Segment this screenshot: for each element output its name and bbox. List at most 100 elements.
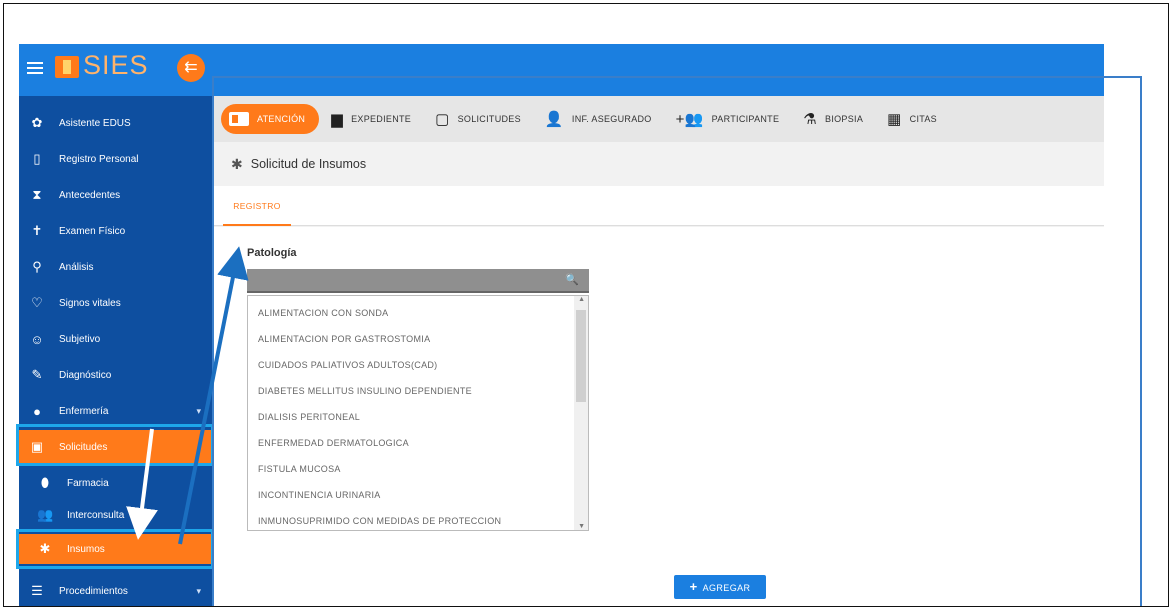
list-item[interactable]: FISTULA MUCOSA <box>258 456 341 482</box>
sidebar-item-label: Subjetivo <box>59 333 101 345</box>
screenshot-frame: SIES ⇇ ✿ Asistente EDUS ▯ Registro Perso… <box>3 3 1169 607</box>
sidebar-item-interconsulta[interactable]: 👥 Interconsulta <box>19 498 213 532</box>
list-item[interactable]: ALIMENTACION POR GASTROSTOMIA <box>258 326 430 352</box>
tab-expediente[interactable]: ▆ EXPEDIENTE <box>319 104 423 134</box>
tab-solicitudes[interactable]: ▢ SOLICITUDES <box>423 104 533 134</box>
patologia-search: 🔍 <box>247 269 589 293</box>
tab-participante[interactable]: +👥 PARTICIPANTE <box>664 104 792 134</box>
list-item[interactable]: INCONTINENCIA URINARIA <box>258 482 381 508</box>
sidebar-item-label: Antecedentes <box>59 189 121 201</box>
main-panel: ATENCIÓN ▆ EXPEDIENTE ▢ SOLICITUDES 👤 IN… <box>213 96 1104 606</box>
search-icon[interactable]: 🔍 <box>565 273 579 286</box>
sidebar-item-label: Asistente EDUS <box>59 117 131 129</box>
microscope-icon: ⚗ <box>803 111 818 128</box>
sidebar-item-subjetivo[interactable]: ☺ Subjetivo <box>19 322 213 356</box>
tab-bar: ATENCIÓN ▆ EXPEDIENTE ▢ SOLICITUDES 👤 IN… <box>213 96 1104 142</box>
scroll-thumb[interactable] <box>576 310 586 402</box>
patologia-listbox[interactable]: ALIMENTACION CON SONDA ALIMENTACION POR … <box>247 295 589 531</box>
calendar-icon: ▦ <box>887 111 902 128</box>
heart-icon: ♡ <box>31 295 43 310</box>
smiley-icon: ☺ <box>30 331 44 347</box>
scroll-up-icon[interactable]: ▲ <box>578 296 585 303</box>
list-item[interactable]: DIALISIS PERITONEAL <box>258 404 360 430</box>
sidebar-item-label: Insumos <box>67 543 105 555</box>
tab-atencion[interactable]: ATENCIÓN <box>221 104 320 134</box>
tab-label: EXPEDIENTE <box>351 114 412 124</box>
person-icon: 👤 <box>544 111 564 128</box>
menu-icon[interactable] <box>27 62 43 74</box>
list-item[interactable]: ENFERMEDAD DERMATOLOGICA <box>258 430 409 456</box>
tab-label: BIOPSIA <box>825 114 864 124</box>
sidebar-item-asistente[interactable]: ✿ Asistente EDUS <box>19 106 213 140</box>
clipboard-icon <box>229 112 249 126</box>
pencil-icon: ✎ <box>31 367 43 382</box>
search-input[interactable] <box>253 272 553 288</box>
listbox-scrollbar[interactable]: ▲ ▼ <box>574 296 588 530</box>
sidebar-item-label: Examen Físico <box>59 225 126 237</box>
tab-registro[interactable]: REGISTRO <box>223 186 291 226</box>
add-button[interactable]: + AGREGAR <box>674 575 766 599</box>
add-group-icon: +👥 <box>675 111 704 128</box>
list-item[interactable]: INMUNOSUPRIMIDO CON MEDIDAS DE PROTECCIO… <box>258 508 501 530</box>
subtab-bar: REGISTRO <box>213 186 1104 226</box>
sidebar-item-signos-vitales[interactable]: ♡ Signos vitales <box>19 286 213 320</box>
sidebar-item-farmacia[interactable]: ⬮ Farmacia <box>19 466 213 500</box>
tab-citas[interactable]: ▦ CITAS <box>875 104 949 134</box>
tablet-icon: ▯ <box>33 151 41 166</box>
sidebar: ✿ Asistente EDUS ▯ Registro Personal ⧗ A… <box>19 96 213 606</box>
collapse-sidebar-icon[interactable]: ⇇ <box>177 54 205 82</box>
sidebar-item-label: Signos vitales <box>59 297 121 309</box>
tab-inf-asegurado[interactable]: 👤 INF. ASEGURADO <box>533 104 664 134</box>
sidebar-item-analisis[interactable]: ⚲ Análisis <box>19 250 213 284</box>
logo-icon <box>55 56 79 78</box>
sidebar-item-label: Registro Personal <box>59 153 139 165</box>
tab-label: SOLICITUDES <box>457 114 521 124</box>
chevron-down-icon: ▾ <box>196 585 201 596</box>
bandage-icon: ✱ <box>39 541 51 556</box>
sidebar-item-label: Enfermería <box>59 405 109 417</box>
sidebar-item-label: Solicitudes <box>59 441 108 453</box>
group-icon: 👥 <box>37 507 54 522</box>
sidebar-item-procedimientos[interactable]: ☰ Procedimientos ▾ <box>19 574 213 606</box>
pill-icon: ⬮ <box>40 475 50 490</box>
tab-label: CITAS <box>909 114 937 124</box>
sidebar-item-label: Interconsulta <box>67 509 125 521</box>
chevron-down-icon: ▾ <box>196 405 201 416</box>
tab-label: ATENCIÓN <box>257 114 306 124</box>
app-title: SIES <box>83 50 149 80</box>
patologia-label: Patología <box>247 247 297 259</box>
tab-label: PARTICIPANTE <box>711 114 780 124</box>
sidebar-item-antecedentes[interactable]: ⧗ Antecedentes <box>19 178 213 212</box>
page-header: ✱ Solicitud de Insumos <box>213 142 1104 186</box>
monitor-icon: ▢ <box>435 111 450 128</box>
sidebar-item-registro-personal[interactable]: ▯ Registro Personal <box>19 142 213 176</box>
sidebar-item-examen-fisico[interactable]: ✝ Examen Físico <box>19 214 213 248</box>
sidebar-item-insumos[interactable]: ✱ Insumos <box>19 534 213 564</box>
magnifier-icon: ⚲ <box>32 259 42 274</box>
sidebar-item-enfermeria[interactable]: ● Enfermería ▾ <box>19 394 213 428</box>
list-icon: ☰ <box>31 583 43 598</box>
sidebar-item-label: Diagnóstico <box>59 369 112 381</box>
hourglass-icon: ⧗ <box>32 187 42 202</box>
monitor-icon: ▣ <box>30 439 44 454</box>
list-item[interactable]: CUIDADOS PALIATIVOS ADULTOS(CAD) <box>258 352 437 378</box>
tab-label: INF. ASEGURADO <box>571 114 652 124</box>
list-item[interactable]: DIABETES MELLITUS INSULINO DEPENDIENTE <box>258 378 472 404</box>
plus-icon: + <box>689 579 698 594</box>
sidebar-item-solicitudes[interactable]: ▣ Solicitudes <box>19 430 213 464</box>
id-card-icon: ▆ <box>331 111 344 128</box>
sidebar-item-diagnostico[interactable]: ✎ Diagnóstico <box>19 358 213 392</box>
page-title: Solicitud de Insumos <box>250 157 367 171</box>
tab-biopsia[interactable]: ⚗ BIOPSIA <box>791 104 875 134</box>
sidebar-item-label: Farmacia <box>67 477 109 489</box>
list-item[interactable]: ALIMENTACION CON SONDA <box>258 300 388 326</box>
scroll-down-icon[interactable]: ▼ <box>578 523 585 530</box>
bandage-icon: ✱ <box>231 155 243 172</box>
top-bar: SIES ⇇ <box>19 44 1104 96</box>
pin-icon: ● <box>33 403 41 419</box>
sidebar-item-label: Procedimientos <box>59 585 128 597</box>
form-content: Patología 🔍 ALIMENTACION CON SONDA ALIME… <box>213 227 1104 606</box>
add-button-label: AGREGAR <box>702 583 751 593</box>
person-icon: ✝ <box>31 223 43 238</box>
gear-icon: ✿ <box>31 115 43 130</box>
